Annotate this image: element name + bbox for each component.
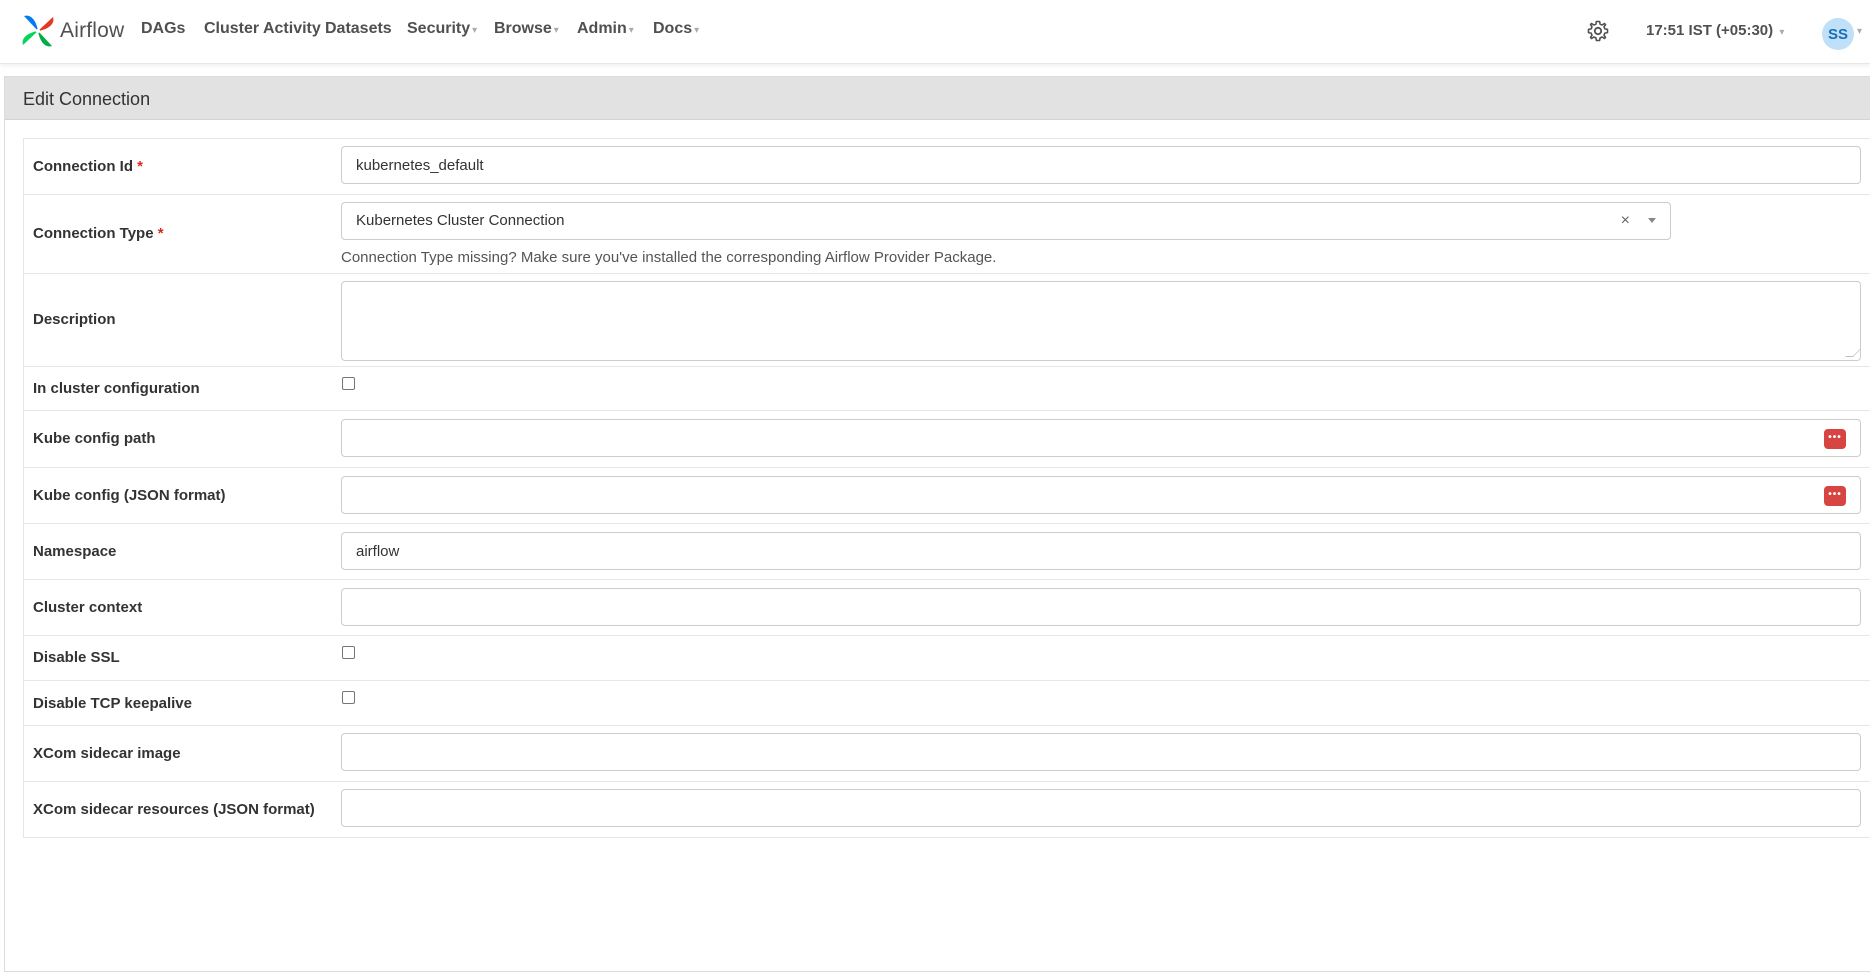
cluster-context-input[interactable] (341, 588, 1861, 626)
connection-id-label: Connection Id * (33, 158, 144, 175)
disable-tcp-keepalive-checkbox[interactable] (342, 691, 355, 704)
form-row-disable-tcp-keepalive: Disable TCP keepalive (24, 681, 1870, 726)
airflow-logo-icon (22, 15, 54, 47)
clock-timezone-dropdown[interactable]: 17:51 IST (+05:30) ▾ (1646, 22, 1784, 39)
kube-config-json-input[interactable]: ••• (341, 476, 1861, 514)
nav-dags[interactable]: DAGs (141, 20, 185, 38)
in-cluster-checkbox[interactable] (342, 377, 355, 390)
form-row-xcom-sidecar-resources: XCom sidecar resources (JSON format) (24, 782, 1870, 838)
nav-docs-label: Docs (653, 20, 693, 37)
form-row-cluster-context: Cluster context (24, 580, 1870, 636)
nav-dags-label: DAGs (141, 20, 186, 37)
brand-name: Airflow (60, 19, 125, 42)
disable-ssl-checkbox[interactable] (342, 646, 355, 659)
password-manager-icon[interactable]: ••• (1824, 429, 1846, 449)
form-row-connection-type: Connection Type * Kubernetes Cluster Con… (24, 195, 1870, 274)
nav-admin-label: Admin (577, 20, 627, 37)
resize-handle-icon[interactable] (1845, 349, 1861, 357)
description-label: Description (33, 311, 116, 328)
edit-connection-panel: Edit Connection Connection Id * Connecti… (4, 76, 1870, 972)
clock-text: 17:51 IST (+05:30) (1646, 22, 1774, 39)
nav-admin-dropdown[interactable]: Admin ▾ (577, 20, 634, 38)
in-cluster-label: In cluster configuration (33, 380, 200, 397)
xcom-sidecar-resources-input[interactable] (341, 789, 1861, 827)
nav-security-dropdown[interactable]: Security ▾ (407, 20, 477, 38)
connection-form: Connection Id * Connection Type * Kubern… (23, 138, 1870, 838)
connection-type-select[interactable]: Kubernetes Cluster Connection × (341, 202, 1671, 240)
form-row-disable-ssl: Disable SSL (24, 636, 1870, 681)
kube-config-path-label: Kube config path (33, 430, 156, 447)
xcom-sidecar-image-input[interactable] (341, 733, 1861, 771)
chevron-down-icon: ▾ (628, 25, 634, 36)
connection-id-input[interactable] (341, 146, 1861, 184)
form-row-in-cluster: In cluster configuration (24, 367, 1870, 411)
chevron-down-icon: ▾ (1779, 27, 1785, 38)
nav-datasets-label: Datasets (325, 20, 392, 37)
kube-config-path-input[interactable]: ••• (341, 419, 1861, 457)
disable-ssl-label: Disable SSL (33, 649, 120, 666)
chevron-down-icon: ▾ (472, 25, 478, 36)
nav-browse-dropdown[interactable]: Browse ▾ (494, 20, 559, 38)
gear-icon[interactable] (1586, 19, 1610, 43)
form-row-description: Description (24, 274, 1870, 367)
panel-title: Edit Connection (5, 77, 1870, 120)
chevron-down-icon: ▾ (1857, 26, 1863, 37)
form-row-namespace: Namespace (24, 524, 1870, 580)
chevron-down-icon: ▾ (553, 25, 559, 36)
nav-browse-label: Browse (494, 20, 552, 37)
brand-link[interactable]: Airflow (20, 8, 124, 54)
connection-type-help: Connection Type missing? Make sure you'v… (341, 249, 997, 266)
namespace-label: Namespace (33, 543, 117, 560)
chevron-down-icon: ▾ (694, 25, 700, 36)
nav-security-label: Security (407, 20, 471, 37)
required-marker: * (157, 225, 164, 242)
user-initials: SS (1827, 25, 1848, 43)
form-row-kube-config-path: Kube config path ••• (24, 411, 1870, 468)
clear-icon[interactable]: × (1621, 203, 1630, 239)
top-navbar: Airflow DAGs Cluster Activity Datasets S… (0, 0, 1870, 64)
chevron-down-icon[interactable] (1648, 218, 1656, 223)
description-textarea[interactable] (341, 281, 1861, 361)
kube-config-json-label: Kube config (JSON format) (33, 487, 226, 504)
nav-cluster-activity-label: Cluster Activity (204, 20, 321, 37)
connection-type-label: Connection Type * (33, 225, 164, 242)
xcom-sidecar-image-label: XCom sidecar image (33, 745, 181, 762)
nav-docs-dropdown[interactable]: Docs ▾ (653, 20, 699, 38)
nav-cluster-activity[interactable]: Cluster Activity (204, 20, 321, 38)
disable-tcp-keepalive-label: Disable TCP keepalive (33, 695, 192, 712)
form-row-kube-config-json: Kube config (JSON format) ••• (24, 468, 1870, 524)
connection-type-selected: Kubernetes Cluster Connection (356, 212, 565, 229)
user-avatar[interactable]: SS (1822, 18, 1854, 50)
namespace-input[interactable] (341, 532, 1861, 570)
password-manager-icon[interactable]: ••• (1824, 486, 1846, 506)
required-marker: * (137, 158, 144, 175)
form-row-xcom-sidecar-image: XCom sidecar image (24, 726, 1870, 782)
cluster-context-label: Cluster context (33, 599, 143, 616)
nav-datasets[interactable]: Datasets (325, 20, 392, 38)
form-row-connection-id: Connection Id * (24, 139, 1870, 195)
xcom-sidecar-resources-label: XCom sidecar resources (JSON format) (33, 801, 315, 818)
